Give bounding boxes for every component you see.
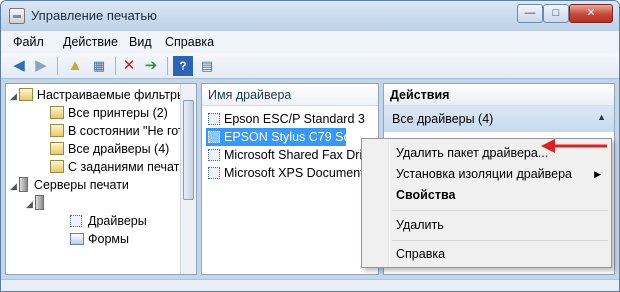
tree-item-not-ready[interactable]: В состоянии "Не гот xyxy=(50,122,184,140)
menu-item-properties[interactable]: Свойства xyxy=(396,186,455,204)
console-tree-pane[interactable]: ◢ Настраиваемые фильтры Все принтеры (2) … xyxy=(5,83,197,275)
back-arrow-icon[interactable]: ◀ xyxy=(9,56,29,76)
printer-app-icon xyxy=(9,8,25,24)
filter-icon xyxy=(50,106,64,119)
tree-item-label: Драйверы xyxy=(88,214,147,228)
column-header-driver-name[interactable]: Имя драйвера xyxy=(202,84,378,106)
menu-item-remove-driver-package[interactable]: Удалить пакет драйвера... xyxy=(396,144,548,162)
tree-item-label: Формы xyxy=(88,232,129,246)
tree-item-server[interactable]: ◢ xyxy=(26,194,50,212)
title-bar[interactable]: Управление печатью — □ ✕ xyxy=(1,1,619,31)
server-icon xyxy=(18,177,28,192)
tree-item-with-jobs[interactable]: С заданиями печати xyxy=(50,158,186,176)
driver-icon xyxy=(70,215,82,227)
driver-list-pane[interactable]: Имя драйвера Epson ESC/P Standard 3 EPSO… xyxy=(201,83,379,275)
menu-item-label: Установка изоляции драйвера xyxy=(396,167,573,181)
server-icon xyxy=(34,195,44,210)
tree-scroll-thumb[interactable] xyxy=(183,100,194,200)
driver-icon xyxy=(208,113,220,125)
properties-icon[interactable]: ▤ xyxy=(197,56,217,76)
delete-icon[interactable]: ✕ xyxy=(119,56,139,76)
tree-item-all-printers[interactable]: Все принтеры (2) xyxy=(50,104,168,122)
submenu-arrow-icon: ▶ xyxy=(594,169,601,179)
menu-item-delete[interactable]: Удалить xyxy=(396,216,444,234)
filter-icon xyxy=(50,160,64,173)
red-arrow-icon xyxy=(541,139,607,153)
close-button[interactable]: ✕ xyxy=(569,4,613,23)
menu-bar: Файл Действие Вид Справка xyxy=(1,31,619,53)
tree-item-print-servers[interactable]: ◢ Серверы печати xyxy=(10,176,129,194)
list-item[interactable]: Microsoft XPS Document W xyxy=(206,164,378,182)
list-item-selected[interactable]: EPSON Stylus C79 Series xyxy=(206,128,371,146)
list-item-label: Microsoft Shared Fax Drive xyxy=(224,148,376,162)
tree-item-label: Все принтеры (2) xyxy=(68,106,168,120)
menu-file[interactable]: Файл xyxy=(13,35,44,49)
menu-view[interactable]: Вид xyxy=(129,35,152,49)
filter-folder-icon xyxy=(18,88,33,101)
list-item-label: EPSON Stylus C79 Series xyxy=(224,130,371,144)
expand-arrow-icon[interactable]: ◢ xyxy=(26,199,33,209)
tree-item-label: Все драйверы (4) xyxy=(68,142,170,156)
forward-arrow-icon[interactable]: ▶ xyxy=(31,56,51,76)
print-management-window: Управление печатью — □ ✕ Файл Действие В… xyxy=(0,0,620,292)
actions-group-all-drivers[interactable]: Все драйверы (4) ▲ xyxy=(384,106,614,132)
tree-item-all-drivers[interactable]: Все драйверы (4) xyxy=(50,140,169,158)
menu-item-help[interactable]: Справка xyxy=(396,245,445,263)
actions-header: Действия xyxy=(384,84,614,106)
maximize-button[interactable]: □ xyxy=(543,4,569,23)
menu-action[interactable]: Действие xyxy=(63,35,118,49)
toolbar-separator xyxy=(167,57,168,75)
menu-separator xyxy=(392,210,608,211)
toolbar: ◀ ▶ ▲ ▦ ✕ ➔ ? ▤ xyxy=(1,53,619,79)
tree-item-label: Настраиваемые фильтры xyxy=(36,88,186,102)
menu-separator xyxy=(392,240,608,241)
status-bar xyxy=(1,279,619,291)
driver-icon xyxy=(208,167,220,179)
tree-item-custom-filters[interactable]: ◢ Настраиваемые фильтры xyxy=(10,86,186,104)
help-icon[interactable]: ? xyxy=(173,56,193,76)
tree-item-forms[interactable]: Формы xyxy=(70,230,129,248)
filter-icon xyxy=(50,124,64,137)
menu-item-driver-isolation[interactable]: Установка изоляции драйвера xyxy=(396,165,610,183)
driver-icon xyxy=(208,149,220,161)
toolbar-separator xyxy=(57,57,58,75)
tree-item-label: С заданиями печати xyxy=(68,160,187,174)
toolbar-separator xyxy=(115,57,116,75)
tree-scrollbar[interactable] xyxy=(180,84,196,274)
menu-help[interactable]: Справка xyxy=(165,35,214,49)
list-item-label: Epson ESC/P Standard 3 xyxy=(224,112,365,126)
tree-item-label: В состоянии "Не гот xyxy=(68,124,184,138)
collapse-arrow-icon[interactable]: ▲ xyxy=(597,112,606,122)
actions-group-label: Все драйверы (4) xyxy=(392,112,494,126)
list-item-label: Microsoft XPS Document W xyxy=(224,166,379,180)
window-title: Управление печатью xyxy=(31,8,157,23)
tree-item-label: Серверы печати xyxy=(33,178,129,192)
filter-icon xyxy=(50,142,64,155)
context-menu: Удалить пакет драйвера... Установка изол… xyxy=(361,138,612,268)
tree-item-drivers[interactable]: Драйверы xyxy=(70,212,147,230)
driver-icon xyxy=(208,131,220,143)
expand-arrow-icon[interactable]: ◢ xyxy=(10,91,17,101)
console-tree-icon[interactable]: ▦ xyxy=(89,56,109,76)
up-folder-icon[interactable]: ▲ xyxy=(65,56,85,76)
forms-icon xyxy=(70,233,84,245)
list-item[interactable]: Epson ESC/P Standard 3 xyxy=(206,110,378,128)
export-icon[interactable]: ➔ xyxy=(141,56,161,76)
list-item[interactable]: Microsoft Shared Fax Drive xyxy=(206,146,378,164)
minimize-button[interactable]: — xyxy=(517,4,543,23)
expand-arrow-icon[interactable]: ◢ xyxy=(10,181,17,191)
